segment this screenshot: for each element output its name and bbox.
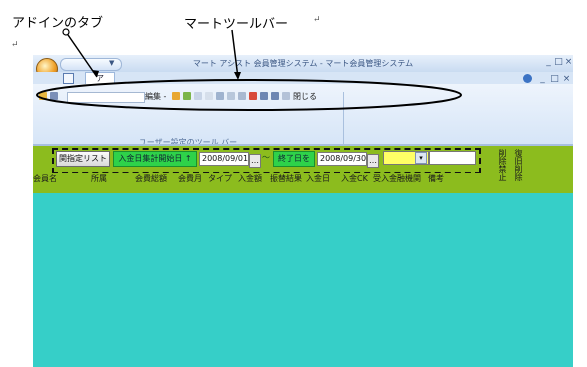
format-icon[interactable] <box>50 92 58 100</box>
toolbar-grip-icon[interactable] <box>39 92 47 100</box>
vertical-column-header[interactable]: 削除禁止 <box>498 150 507 182</box>
help-icon[interactable] <box>523 74 532 83</box>
group-separator <box>343 92 344 144</box>
close-doc-icon[interactable] <box>282 92 290 100</box>
column-header[interactable]: 振替結果 <box>270 173 302 184</box>
tab-addins[interactable]: ア <box>85 72 115 84</box>
column-header[interactable]: タイプ <box>208 173 232 184</box>
minimize-button[interactable]: _ <box>544 57 553 67</box>
column-header[interactable]: 備考 <box>428 173 444 184</box>
edit-menu[interactable]: 編集 - <box>145 91 166 102</box>
pencil-icon[interactable] <box>172 92 180 100</box>
close-label[interactable]: 閉じる <box>293 91 317 102</box>
undo-icon[interactable] <box>194 92 202 100</box>
from-date-label: 入金日集計開始日 ↑ <box>113 151 197 167</box>
sort-asc-icon[interactable] <box>260 92 268 100</box>
return-mark: ↵ <box>313 15 321 25</box>
ribbon-restore-button[interactable]: □ <box>550 74 559 84</box>
from-date-field[interactable]: 2008/09/01 <box>199 152 249 166</box>
to-date-label: 終了日を <box>273 151 315 167</box>
delete-icon[interactable] <box>249 92 257 100</box>
window-title: マート アシスト 会員管理システム - マート会員管理システム <box>192 59 414 68</box>
refresh-icon[interactable] <box>216 92 224 100</box>
return-mark: ↵ <box>11 40 19 50</box>
column-header[interactable]: 入金CK <box>341 173 368 184</box>
search-field[interactable] <box>429 151 476 165</box>
ribbon-close-button[interactable]: × <box>562 74 571 84</box>
smart-toolbar-annotation: マートツールバー <box>184 17 289 32</box>
column-header[interactable]: 受入金融機関 <box>373 173 421 184</box>
column-header[interactable]: 入金額 <box>238 173 262 184</box>
combo-dropdown-icon[interactable]: ▾ <box>415 152 427 164</box>
column-header[interactable]: 会費月 <box>178 173 202 184</box>
redo-icon[interactable] <box>205 92 213 100</box>
column-header[interactable]: 会費総額 <box>135 173 167 184</box>
column-header[interactable]: 会員名 <box>33 173 57 184</box>
to-date-button[interactable]: … <box>367 154 379 168</box>
addin-tab-annotation: アドインのタブ <box>12 16 104 31</box>
toolbar-combo[interactable] <box>67 92 145 103</box>
vertical-column-header[interactable]: 復旧削除 <box>514 150 523 182</box>
app-window: マート アシスト 会員管理システム - マート会員管理システム ▼ _ □ × … <box>33 55 573 367</box>
records-area[interactable] <box>33 193 573 367</box>
small-window-icon[interactable] <box>63 73 74 84</box>
custom-toolbar-row: 編集 - 閉じる <box>37 91 367 104</box>
paint-icon[interactable] <box>183 92 191 100</box>
column-header[interactable]: 入金日 <box>306 173 330 184</box>
find-icon[interactable] <box>238 92 246 100</box>
column-header[interactable]: 所属 <box>91 173 107 184</box>
designated-list-button[interactable]: 関指定リスト <box>56 151 110 167</box>
to-date-field[interactable]: 2008/09/30 <box>317 152 367 166</box>
maximize-button[interactable]: □ <box>554 57 563 67</box>
range-tilde: 〜 <box>262 153 270 162</box>
filter-icon[interactable] <box>227 92 235 100</box>
from-date-button[interactable]: … <box>249 154 261 168</box>
quick-access-toolbar[interactable]: ▼ <box>60 58 122 71</box>
ribbon-minimize-button[interactable]: _ <box>538 74 547 84</box>
qat-dropdown-icon[interactable]: ▼ <box>109 59 114 67</box>
close-button[interactable]: × <box>564 57 573 67</box>
sort-desc-icon[interactable] <box>271 92 279 100</box>
column-header-row <box>33 173 573 193</box>
